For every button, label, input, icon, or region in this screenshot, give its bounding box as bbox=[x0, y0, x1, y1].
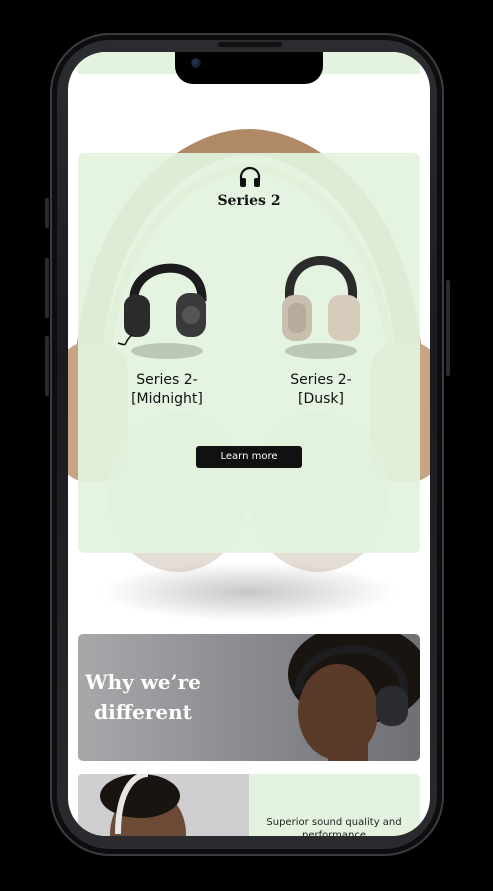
product-name-line1: Series 2- bbox=[136, 372, 198, 388]
why-line2: different bbox=[94, 700, 192, 724]
product-name-line2: [Midnight] bbox=[131, 391, 203, 407]
product-name-line2: [Dusk] bbox=[298, 391, 344, 407]
card-shadow bbox=[98, 562, 398, 622]
earpiece-speaker bbox=[218, 42, 282, 47]
notch bbox=[175, 52, 323, 84]
product-name-dusk: Series 2- [Dusk] bbox=[246, 371, 396, 409]
headphones-icon bbox=[239, 166, 261, 187]
why-different-heading: Why we’re different bbox=[84, 667, 202, 727]
volume-down-button bbox=[45, 336, 49, 396]
why-line1: Why we’re bbox=[85, 670, 201, 694]
volume-up-button bbox=[45, 258, 49, 318]
man-with-headphones-image bbox=[78, 774, 249, 836]
midnight-headphones-image bbox=[117, 263, 207, 359]
feature-text: Superior sound quality and performance bbox=[266, 817, 402, 836]
series-card: Series 2 Series 2- [Midnight] Series 2- … bbox=[78, 153, 420, 553]
dusk-headphones-image bbox=[282, 256, 360, 359]
product-name-line1: Series 2- bbox=[290, 372, 352, 388]
power-button bbox=[446, 280, 450, 376]
product-name-midnight: Series 2- [Midnight] bbox=[92, 371, 242, 409]
silent-switch bbox=[45, 198, 49, 228]
product-midnight[interactable]: Series 2- [Midnight] bbox=[92, 243, 242, 409]
why-different-banner[interactable]: Why we’re different bbox=[78, 634, 420, 761]
phone-screen: Series 2 Series 2- [Midnight] Series 2- … bbox=[68, 52, 430, 836]
series-title: Series 2 bbox=[217, 193, 281, 209]
learn-more-button[interactable]: Learn more bbox=[196, 446, 302, 468]
feature-card[interactable]: Superior sound quality and performance bbox=[78, 774, 420, 836]
woman-with-headphones-image bbox=[288, 634, 420, 761]
front-camera-icon bbox=[191, 58, 201, 68]
product-dusk[interactable]: Series 2- [Dusk] bbox=[246, 243, 396, 409]
